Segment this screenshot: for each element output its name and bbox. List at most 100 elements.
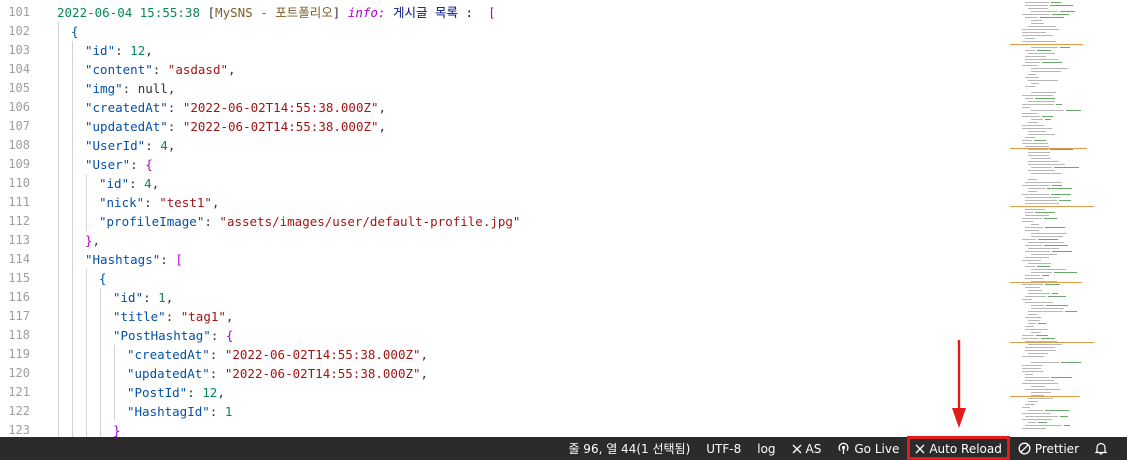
code-line[interactable]: 101 2022-06-04 15:55:38 [MySNS - 포트폴리오] i… (0, 3, 1000, 22)
language-mode-label: log (757, 441, 776, 456)
code-line[interactable]: 113}, (0, 231, 1000, 250)
code-token: null (137, 81, 168, 96)
line-number: 116 (8, 290, 30, 304)
minimap-line (1052, 293, 1058, 294)
minimap-line (1028, 344, 1062, 345)
indent-guide (86, 364, 87, 383)
code-line[interactable]: 104 "content": "asdasd", (0, 60, 1000, 79)
indent-guide (114, 345, 115, 364)
line-number: 109 (8, 157, 30, 171)
minimap-line (1031, 173, 1062, 174)
as-status-button[interactable]: AS (786, 437, 828, 460)
cursor-position-indicator[interactable]: 줄 96, 열 44(1 선택됨) (562, 437, 696, 460)
go-live-button[interactable]: Go Live (831, 437, 905, 460)
code-token: MySNS - 포트폴리오 (215, 5, 333, 20)
code-line[interactable]: 105 "img": null, (0, 79, 1000, 98)
minimap-line (1025, 215, 1049, 216)
code-line[interactable]: 107 "updatedAt": "2022-06-02T14:55:38.000… (0, 117, 1000, 136)
line-number: 111 (8, 195, 30, 209)
code-token: : (130, 157, 146, 172)
minimap-line (1042, 62, 1062, 63)
notifications-button[interactable] (1089, 437, 1113, 460)
minimap-line (1028, 353, 1048, 354)
minimap-line (1022, 356, 1044, 357)
code-token: , (228, 62, 236, 77)
minimap-line (1025, 227, 1043, 228)
code-line[interactable]: 114 "Hashtags": [ (0, 250, 1000, 269)
minimap-line (1022, 65, 1038, 66)
minimap-line (1025, 326, 1034, 327)
indent-guide (58, 193, 59, 212)
minimap-line (1028, 323, 1036, 324)
minimap-line (1022, 413, 1051, 414)
minimap-line (1038, 323, 1046, 324)
minimap-line (1025, 200, 1057, 201)
code-token: "createdAt" (85, 100, 168, 115)
code-line[interactable]: 120 "updatedAt": "2022-06-02T14:55:38.000… (0, 364, 1000, 383)
minimap-line (1028, 188, 1045, 189)
code-line[interactable]: 117 "title": "tag1", (0, 307, 1000, 326)
indent-guide (58, 60, 59, 79)
code-text: { (71, 22, 79, 41)
code-line[interactable]: 109 "User": { (0, 155, 1000, 174)
indent-guide (58, 421, 59, 437)
code-token: "tag1" (180, 309, 226, 324)
minimap-line (1031, 332, 1041, 333)
broadcast-icon (837, 442, 850, 455)
code-line[interactable]: 110 "id": 4, (0, 174, 1000, 193)
minimap-line (1034, 140, 1046, 141)
code-token: "test1" (159, 195, 212, 210)
indent-guide (58, 402, 59, 421)
indent-guide (86, 212, 87, 231)
code-line[interactable]: 123} (0, 421, 1000, 437)
minimap-line (1022, 95, 1053, 96)
code-token: { (99, 271, 107, 286)
encoding-indicator[interactable]: UTF-8 (700, 437, 747, 460)
minimap-line (1031, 92, 1056, 93)
code-line[interactable]: 102 { (0, 22, 1000, 41)
indent-guide (72, 288, 73, 307)
minimap-line (1025, 350, 1056, 351)
code-token: : (209, 347, 225, 362)
code-token: { (145, 157, 153, 172)
code-line[interactable]: 122 "HashtagId": 1 (0, 402, 1000, 421)
code-token: [ (207, 5, 216, 20)
go-live-label: Go Live (854, 441, 900, 456)
minimap-line (1044, 245, 1068, 246)
minimap-line (1052, 251, 1072, 252)
code-line[interactable]: 111 "nick": "test1", (0, 193, 1000, 212)
minimap-line (1048, 296, 1066, 297)
code-area[interactable]: 101 2022-06-04 15:55:38 [MySNS - 포트폴리오] i… (0, 3, 1000, 437)
minimap-line (1025, 2, 1049, 3)
minimap-line (1025, 287, 1040, 288)
indent-guide (86, 174, 87, 193)
minimap[interactable] (1008, 0, 1127, 437)
code-line[interactable]: 106 "createdAt": "2022-06-02T14:55:38.000… (0, 98, 1000, 117)
indent-guide (72, 364, 73, 383)
minimap-line (1031, 362, 1059, 363)
prettier-button[interactable]: Prettier (1012, 437, 1085, 460)
code-line[interactable]: 121 "PostId": 12, (0, 383, 1000, 402)
code-line[interactable]: 116 "id": 1, (0, 288, 1000, 307)
code-line[interactable]: 112 "profileImage": "assets/images/user/d… (0, 212, 1000, 231)
minimap-line (1031, 23, 1044, 24)
code-line[interactable]: 118 "PostHashtag": { (0, 326, 1000, 345)
minimap-line (1025, 275, 1040, 276)
indent-guide (58, 174, 59, 193)
code-line[interactable]: 119 "createdAt": "2022-06-02T14:55:38.000… (0, 345, 1000, 364)
minimap-line (1028, 164, 1065, 165)
line-number: 108 (8, 138, 30, 152)
code-token: : (187, 385, 203, 400)
prohibited-icon (1018, 442, 1031, 455)
minimap-line (1038, 422, 1047, 423)
minimap-line (1031, 269, 1066, 270)
minimap-line (1031, 68, 1068, 69)
code-token: "User" (85, 157, 131, 172)
minimap-line (1037, 266, 1050, 267)
code-line[interactable]: 115 { (0, 269, 1000, 288)
code-line[interactable]: 103 "id": 12, (0, 41, 1000, 60)
code-line[interactable]: 108 "UserId": 4, (0, 136, 1000, 155)
code-text: "PostHashtag": { (113, 326, 233, 345)
indent-guide (72, 231, 73, 250)
language-mode-indicator[interactable]: log (751, 437, 781, 460)
